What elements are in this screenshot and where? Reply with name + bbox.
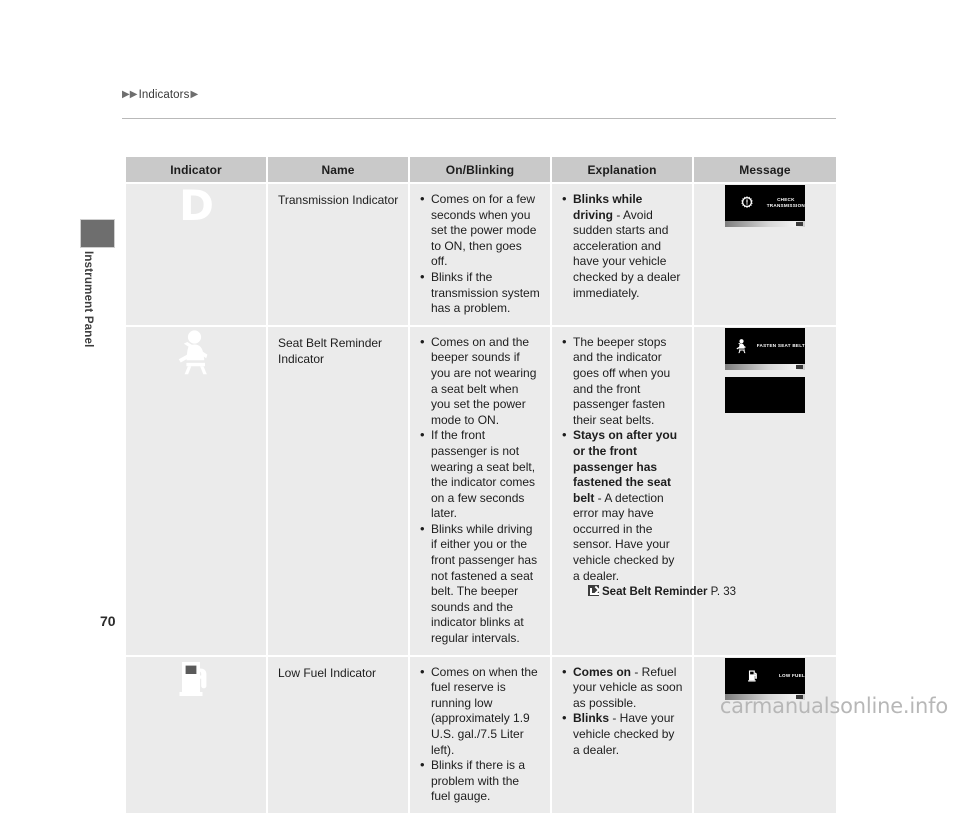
indicator-cell-seat-belt xyxy=(126,326,268,657)
list-item-bold: Comes on xyxy=(573,664,632,679)
reference-title: Seat Belt Reminder xyxy=(602,586,708,599)
name-cell-low-fuel: Low Fuel Indicator xyxy=(268,656,410,813)
list-item-text: Comes on for a few seconds when you set … xyxy=(431,192,537,269)
list-item: Comes on for a few seconds when you set … xyxy=(420,191,541,270)
list-item: Blinks while driving if either you or th… xyxy=(420,521,541,647)
message-line: TRANSMISSION xyxy=(766,203,805,208)
gear-exclamation-icon xyxy=(741,196,753,209)
seat-belt-reminder-icon xyxy=(178,330,208,375)
list-item: If the front passenger is not wearing a … xyxy=(420,427,541,522)
seat-belt-icon xyxy=(736,338,746,353)
list-item: Comes on and the beeper sounds if you ar… xyxy=(420,334,541,429)
column-header-indicator: Indicator xyxy=(126,157,268,184)
reference-page: P. 33 xyxy=(710,586,737,599)
table-row: Seat Belt Reminder Indicator Comes on an… xyxy=(126,326,836,657)
indicator-cell-low-fuel xyxy=(126,656,268,813)
message-cell-seat-belt: FASTEN SEAT BELT xyxy=(694,326,836,657)
list-item: The beeper stops and the indicator goes … xyxy=(562,334,683,429)
on-blinking-cell-transmission: Comes on for a few seconds when you set … xyxy=(410,184,552,327)
table-row: Low Fuel Indicator Comes on when the fue… xyxy=(126,656,836,813)
indicator-name-label: Seat Belt Reminder Indicator xyxy=(278,335,383,366)
list-item: Comes on when the fuel reserve is runnin… xyxy=(420,664,541,759)
chapter-label: Instrument Panel xyxy=(82,251,94,348)
message-text: CHECK TRANSMISSION xyxy=(767,197,805,209)
explanation-list: The beeper stops and the indicator goes … xyxy=(562,334,683,585)
page-number: 70 xyxy=(100,613,116,629)
fuel-pump-icon xyxy=(747,670,757,682)
column-header-message: Message xyxy=(694,157,836,184)
breadcrumb: ▶▶Indicators▶ xyxy=(122,89,198,101)
explanation-cell-transmission: Blinks while driving - Avoid sudden star… xyxy=(552,184,694,327)
list-item: Blinks if there is a problem with the fu… xyxy=(420,757,541,805)
message-line: FASTEN SEAT BELT xyxy=(756,342,805,348)
list-item-text: If the front passenger is not wearing a … xyxy=(431,428,536,521)
screen-status-bar xyxy=(725,221,805,227)
message-text: LOW FUEL xyxy=(779,673,805,679)
explanation-list: Blinks while driving - Avoid sudden star… xyxy=(562,191,683,301)
breadcrumb-arrow-1-icon: ▶ xyxy=(122,89,130,100)
screen-status-bar xyxy=(725,363,805,370)
list-item-bold: Blinks xyxy=(573,711,610,726)
explanation-cell-seat-belt: The beeper stops and the indicator goes … xyxy=(552,326,736,657)
message-cell-low-fuel: LOW FUEL xyxy=(694,656,836,813)
cross-reference-link[interactable]: Seat Belt Reminder P. 33 xyxy=(562,585,736,598)
site-watermark: carmanualsonline.info xyxy=(719,694,948,718)
on-blinking-list: Comes on for a few seconds when you set … xyxy=(420,191,541,317)
list-item-text: Blinks while driving if either you or th… xyxy=(431,521,538,646)
breadcrumb-arrow-2-icon: ▶ xyxy=(129,89,138,100)
chapter-tab-marker xyxy=(80,219,115,248)
on-blinking-list: Comes on and the beeper sounds if you ar… xyxy=(420,334,541,647)
on-blinking-list: Comes on when the fuel reserve is runnin… xyxy=(420,664,541,805)
indicator-name-label: Transmission Indicator xyxy=(278,193,399,207)
breadcrumb-label: Indicators xyxy=(138,89,190,101)
table-body: D Transmission Indicator Comes on for a … xyxy=(126,184,836,813)
list-item-text: Blinks if there is a problem with the fu… xyxy=(431,758,526,804)
indicator-name-label: Low Fuel Indicator xyxy=(278,665,377,680)
name-cell-transmission: Transmission Indicator xyxy=(268,184,410,327)
message-cell-transmission: CHECK TRANSMISSION xyxy=(694,184,836,327)
name-cell-seat-belt: Seat Belt Reminder Indicator xyxy=(268,326,410,657)
explanation-list: Comes on - Refuel your vehicle as soon a… xyxy=(562,664,683,759)
table-row: D Transmission Indicator Comes on for a … xyxy=(126,184,836,327)
list-item: Stays on after you or the front passenge… xyxy=(562,427,683,584)
transmission-d-indicator-icon: D xyxy=(179,181,214,230)
table-header-row: Indicator Name On/Blinking Explanation M… xyxy=(126,157,836,184)
list-item: Blinks - Have your vehicle checked by a … xyxy=(562,710,683,758)
indicator-cell-transmission: D xyxy=(126,184,268,327)
list-item-text: The beeper stops and the indicator goes … xyxy=(573,334,671,427)
list-item-text: Comes on and the beeper sounds if you ar… xyxy=(431,334,537,427)
column-header-explanation: Explanation xyxy=(552,157,694,184)
list-item: Comes on - Refuel your vehicle as soon a… xyxy=(562,664,683,712)
breadcrumb-arrow-3-icon: ▶ xyxy=(190,89,199,100)
list-item-text: Comes on when the fuel reserve is runnin… xyxy=(431,664,538,757)
on-blinking-cell-low-fuel: Comes on when the fuel reserve is runnin… xyxy=(410,656,552,813)
message-display-screen-blank xyxy=(725,376,805,413)
explanation-cell-low-fuel: Comes on - Refuel your vehicle as soon a… xyxy=(552,656,694,813)
column-header-on-blinking: On/Blinking xyxy=(410,157,552,184)
message-text: FASTEN SEAT BELT xyxy=(757,343,805,349)
list-item-text: Blinks if the transmission system has a … xyxy=(431,269,540,316)
header-divider xyxy=(122,118,836,119)
list-item: Blinks while driving - Avoid sudden star… xyxy=(562,191,683,301)
column-header-name: Name xyxy=(268,157,410,184)
low-fuel-pump-icon xyxy=(179,661,207,696)
list-item: Blinks if the transmission system has a … xyxy=(420,269,541,317)
message-line: LOW FUEL xyxy=(779,672,805,678)
reference-arrow-icon xyxy=(588,585,599,597)
message-display-screen: FASTEN SEAT BELT xyxy=(725,327,805,370)
on-blinking-cell-seat-belt: Comes on and the beeper sounds if you ar… xyxy=(410,326,552,657)
message-display-screen: CHECK TRANSMISSION xyxy=(725,185,805,227)
